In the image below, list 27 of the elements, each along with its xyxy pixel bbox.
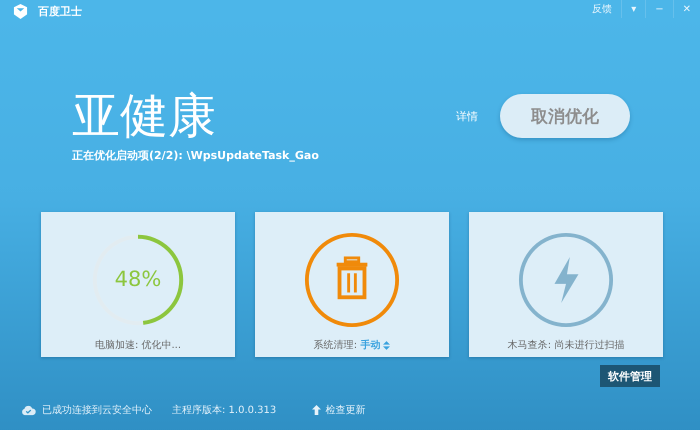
progress-text: 正在优化启动项(2/2): \WpsUpdateTask_Gao: [72, 148, 319, 163]
trash-icon: [304, 232, 400, 328]
feature-card[interactable]: 系统清理: 手动: [255, 212, 449, 357]
mode-selector[interactable]: 手动: [360, 338, 390, 352]
card-label: 系统清理:: [314, 338, 358, 352]
health-status-heading: 亚健康: [72, 88, 217, 144]
lightning-icon: [518, 232, 614, 328]
upload-arrow-icon: [312, 405, 322, 415]
details-link[interactable]: 详情: [456, 108, 478, 124]
feedback-button[interactable]: 反馈: [583, 0, 622, 18]
connection-status: 已成功连接到云安全中心: [42, 404, 152, 417]
shield-logo-icon: [13, 2, 28, 20]
minimize-button[interactable]: −: [645, 0, 673, 18]
up-down-arrows-icon: [383, 340, 390, 350]
version-text: 主程序版本: 1.0.0.313: [172, 404, 276, 417]
software-manager-button[interactable]: 软件管理: [600, 365, 660, 387]
app-title: 百度卫士: [38, 4, 82, 18]
dropdown-button[interactable]: ▾: [621, 0, 646, 18]
close-button[interactable]: ✕: [672, 0, 700, 18]
cloud-icon: [21, 404, 36, 416]
card-label: 木马查杀: 尚未进行过扫描: [508, 338, 624, 352]
feature-card[interactable]: 48% 电脑加速: 优化中...: [41, 212, 235, 357]
card-label: 电脑加速: 优化中...: [94, 338, 182, 352]
check-update-link[interactable]: 检查更新: [312, 403, 366, 417]
feature-card[interactable]: 木马查杀: 尚未进行过扫描: [469, 212, 663, 357]
cancel-optimize-button[interactable]: 取消优化: [500, 94, 630, 138]
progress-percent: 48%: [114, 267, 162, 291]
